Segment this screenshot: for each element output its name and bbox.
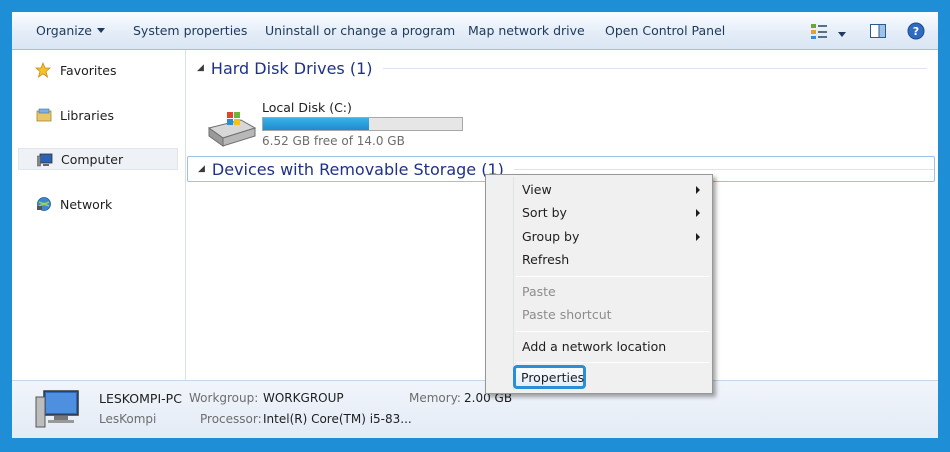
menu-label: Refresh <box>522 252 570 267</box>
menu-label: Properties <box>521 370 585 385</box>
nav-item-computer[interactable]: Computer <box>18 148 178 170</box>
group-title: Hard Disk Drives (1) <box>210 58 373 78</box>
drive-name: Local Disk (C:) <box>262 100 352 115</box>
nav-label: Libraries <box>60 107 114 123</box>
menu-item-view[interactable]: View <box>488 178 710 200</box>
menu-label: Paste shortcut <box>522 307 612 322</box>
nav-item-network[interactable]: Network <box>18 193 178 215</box>
workgroup-label: Workgroup: <box>189 391 259 405</box>
menu-label: Sort by <box>522 205 567 220</box>
nav-label: Network <box>60 196 113 212</box>
submenu-arrow-icon <box>696 233 700 241</box>
menu-label: View <box>522 182 552 197</box>
menu-item-group-by[interactable]: Group by <box>488 225 710 247</box>
svg-text:?: ? <box>913 25 919 38</box>
menu-separator <box>516 276 709 277</box>
submenu-arrow-icon <box>696 209 700 217</box>
computer-name: LESKOMPI-PC <box>99 391 182 406</box>
menu-label: Group by <box>522 229 580 244</box>
hard-drive-icon <box>205 110 257 150</box>
computer-large-icon <box>34 387 82 434</box>
nav-item-libraries[interactable]: Libraries <box>18 104 178 126</box>
libraries-icon <box>36 107 52 123</box>
drive-free-space: 6.52 GB free of 14.0 GB <box>262 134 405 148</box>
nav-label: Computer <box>61 151 124 167</box>
drive-usage-fill <box>263 118 370 130</box>
chevron-down-icon <box>97 28 105 33</box>
drive-usage-bar <box>262 117 463 131</box>
memory-label: Memory: <box>409 391 461 405</box>
menu-separator <box>516 331 709 332</box>
menu-item-paste-shortcut[interactable]: Paste shortcut <box>488 303 710 325</box>
navigation-pane: Favorites Libraries Computer Network <box>12 50 186 380</box>
nav-label: Favorites <box>60 62 117 78</box>
help-icon[interactable]: ? <box>907 22 925 43</box>
submenu-arrow-icon <box>696 186 700 194</box>
menu-label: Paste <box>522 284 556 299</box>
group-header-hard-disk-drives[interactable]: ◢ Hard Disk Drives (1) <box>187 55 927 81</box>
explorer-window: Organize System properties Uninstall or … <box>12 12 938 438</box>
view-options-icon[interactable] <box>810 22 828 43</box>
preview-pane-icon[interactable] <box>869 22 887 43</box>
chevron-down-icon <box>838 32 846 37</box>
menu-item-refresh[interactable]: Refresh <box>488 248 710 270</box>
nav-item-favorites[interactable]: Favorites <box>18 59 178 81</box>
computer-icon <box>37 152 53 168</box>
group-title: Devices with Removable Storage (1) <box>211 159 504 179</box>
group-divider <box>382 67 927 69</box>
uninstall-program-button[interactable]: Uninstall or change a program <box>265 23 455 38</box>
system-properties-button[interactable]: System properties <box>133 23 247 38</box>
star-icon <box>34 61 52 78</box>
menu-item-paste[interactable]: Paste <box>488 280 710 302</box>
group-divider <box>513 168 934 170</box>
open-control-panel-button[interactable]: Open Control Panel <box>605 23 725 38</box>
processor-value: Intel(R) Core(TM) i5-83... <box>263 412 412 426</box>
collapse-triangle-icon: ◢ <box>197 63 204 73</box>
view-dropdown-chevron-icon[interactable] <box>838 28 846 42</box>
menu-item-add-network-location[interactable]: Add a network location <box>488 335 710 357</box>
collapse-triangle-icon: ◢ <box>198 164 205 174</box>
command-bar: Organize System properties Uninstall or … <box>12 12 938 50</box>
organize-label: Organize <box>36 23 92 38</box>
menu-item-properties[interactable]: Properties <box>513 365 586 389</box>
network-icon <box>36 196 52 212</box>
processor-label: Processor: <box>200 412 262 426</box>
user-name: LesKompi <box>99 412 157 426</box>
workgroup-value: WORKGROUP <box>263 391 344 405</box>
menu-label: Add a network location <box>522 339 667 354</box>
menu-separator <box>516 362 709 363</box>
details-pane: LESKOMPI-PC LesKompi Workgroup: WORKGROU… <box>12 380 938 438</box>
map-network-drive-button[interactable]: Map network drive <box>468 23 585 38</box>
organize-button[interactable]: Organize <box>36 23 105 38</box>
context-menu: View Sort by Group by Refresh Paste Past… <box>485 174 713 394</box>
menu-item-sort-by[interactable]: Sort by <box>488 201 710 223</box>
